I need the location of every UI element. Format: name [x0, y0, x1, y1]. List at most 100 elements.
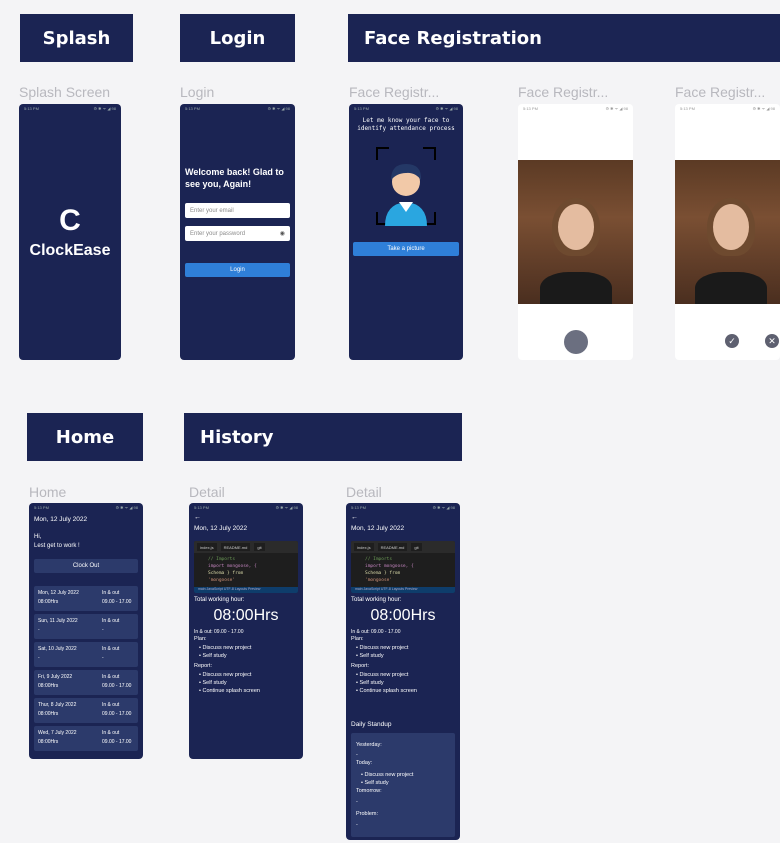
phone-detail-1: 5:13 PM ⚙ ✱ ᯤ ◢ 98 ← Mon, 12 July 2022 in…: [189, 503, 303, 759]
attendance-card[interactable]: Fri, 9 July 2022 08:00Hrs In & out 09.00 - …: [34, 670, 138, 695]
greeting-message: Lest get to work !: [34, 543, 80, 549]
report-item: • Continue splash screen: [199, 688, 260, 694]
entry-date: Thur, 8 July 2022: [38, 702, 77, 708]
captured-photo: [675, 160, 780, 304]
face-scan-icon: [376, 147, 436, 226]
tab-index: index.js: [197, 543, 217, 551]
entry-label: In & out: [102, 702, 120, 708]
status-bar: 5:13 PM ⚙ ✱ ᯤ ◢ 98: [351, 505, 455, 510]
status-bar: 5:13 PM ⚙ ✱ ᯤ ◢ 98: [24, 106, 116, 111]
daily-standup-label: Daily Standup: [351, 721, 392, 728]
detail-date: Mon, 12 July 2022: [194, 525, 248, 532]
plan-item: • Self study: [356, 653, 384, 659]
yesterday-value: -: [356, 752, 358, 758]
entry-label: In & out: [102, 730, 120, 736]
today-item: • Self study: [361, 780, 389, 786]
tab-git: git: [411, 543, 422, 551]
section-banner-home: Home: [27, 413, 143, 461]
app-logo-icon: C: [59, 204, 81, 237]
report-item: • Discuss new project: [356, 672, 409, 678]
section-banner-history: History: [184, 413, 462, 461]
password-field[interactable]: Enter your password ◉: [185, 226, 290, 241]
back-arrow-icon[interactable]: ←: [194, 514, 201, 521]
code-preview: index.js README.md git // Imports import m…: [351, 541, 455, 593]
today-label: Today:: [356, 760, 373, 766]
frame-label-face-3: Face Registr...: [675, 84, 766, 100]
entry-range: 09.00 - 17.00: [102, 683, 132, 689]
tab-git: git: [254, 543, 265, 551]
entry-hours: 08:00Hrs: [38, 739, 59, 745]
entry-range: 09.00 - 17.00: [102, 711, 132, 717]
eye-icon[interactable]: ◉: [280, 230, 285, 237]
phone-login: 5:13 PM ⚙ ✱ ᯤ ◢ 98 Welcome back! Glad to …: [180, 104, 295, 360]
attendance-card[interactable]: Thur, 8 July 2022 08:00Hrs In & out 09.00 -…: [34, 698, 138, 723]
phone-splash: 5:13 PM ⚙ ✱ ᯤ ◢ 98 C ClockEase: [19, 104, 121, 360]
status-bar: 5:13 PM ⚙ ✱ ᯤ ◢ 98: [354, 106, 458, 111]
inout-range: In & out: 09.00 - 17.00: [194, 629, 244, 635]
report-item: • Continue splash screen: [356, 688, 417, 694]
take-picture-button[interactable]: Take a picture: [353, 242, 459, 256]
attendance-card[interactable]: Sun, 11 July 2022 - In & out -: [34, 614, 138, 639]
code-line: // Imports: [208, 557, 236, 562]
plan-item: • Self study: [199, 653, 227, 659]
entry-hours: -: [38, 627, 40, 633]
report-item: • Self study: [199, 680, 227, 686]
face-instruction: Let me know your face to identify attend…: [357, 117, 455, 132]
attendance-card[interactable]: Sat, 10 July 2022 - In & out -: [34, 642, 138, 667]
tab-readme: README.md: [220, 543, 251, 551]
plan-item: • Discuss new project: [356, 645, 409, 651]
total-hours: 08:00Hrs: [370, 607, 436, 624]
login-button[interactable]: Login: [185, 263, 290, 277]
entry-range: 09.00 - 17.00: [102, 599, 132, 605]
today-item: • Discuss new project: [361, 772, 414, 778]
entry-range: 09.00 - 17.00: [102, 739, 132, 745]
tomorrow-value: -: [356, 799, 358, 805]
plan-item: • Discuss new project: [199, 645, 252, 651]
entry-date: Sat, 10 July 2022: [38, 646, 77, 652]
phone-face-registration: 5:13 PM ⚙ ✱ ᯤ ◢ 98 Let me know your face …: [349, 104, 463, 360]
section-banner-splash: Splash: [20, 14, 133, 62]
code-preview: index.js README.md git // Imports import m…: [194, 541, 298, 593]
report-item: • Discuss new project: [199, 672, 252, 678]
app-name: ClockEase: [29, 242, 111, 259]
frame-label-splash: Splash Screen: [19, 84, 111, 100]
total-label: Total working hour:: [194, 597, 245, 603]
tomorrow-label: Tomorrow:: [356, 788, 382, 794]
phone-face-confirm: 5:13 PM ⚙ ✱ ᯤ ◢ 98 ✓ ✕: [675, 104, 780, 360]
code-line: // Imports: [365, 557, 393, 562]
phone-face-camera: 5:13 PM ⚙ ✱ ᯤ ◢ 98: [518, 104, 633, 360]
entry-label: In & out: [102, 674, 120, 680]
welcome-heading: Welcome back! Glad to see you, Again!: [185, 167, 284, 189]
problem-value: -: [356, 822, 358, 828]
code-line: Schema } from: [365, 571, 401, 576]
confirm-check-icon[interactable]: ✓: [725, 334, 739, 348]
entry-hours: 08:00Hrs: [38, 711, 59, 717]
code-line: Schema } from: [208, 571, 244, 576]
clock-out-button[interactable]: Clock Out: [34, 559, 138, 573]
report-item: • Self study: [356, 680, 384, 686]
code-status-bar: main JavaScript UTF-8 Layouts Preview: [194, 587, 298, 593]
back-arrow-icon[interactable]: ←: [351, 514, 358, 521]
home-date: Mon, 12 July 2022: [34, 516, 88, 523]
frame-label-detail-2: Detail: [346, 484, 382, 500]
standup-card: Yesterday: - Today: • Discuss new projec…: [351, 733, 455, 837]
total-label: Total working hour:: [351, 597, 402, 603]
cancel-close-icon[interactable]: ✕: [765, 334, 779, 348]
tab-index: index.js: [354, 543, 374, 551]
section-banner-login: Login: [180, 14, 295, 62]
report-label: Report:: [351, 663, 370, 669]
entry-label: In & out: [102, 618, 120, 624]
shutter-button[interactable]: [564, 330, 588, 354]
frame-label-login: Login: [180, 84, 215, 100]
entry-range: -: [102, 655, 104, 661]
attendance-card[interactable]: Mon, 12 July 2022 08:00Hrs In & out 09.00 -…: [34, 586, 138, 611]
frame-label-home: Home: [29, 484, 67, 500]
code-status-bar: main JavaScript UTF-8 Layouts Preview: [351, 587, 455, 593]
greeting-hi: Hi,: [34, 534, 42, 540]
entry-hours: 08:00Hrs: [38, 683, 59, 689]
attendance-card[interactable]: Wed, 7 July 2022 08:00Hrs In & out 09.00 - …: [34, 726, 138, 751]
email-field[interactable]: Enter your email: [185, 203, 290, 218]
plan-label: Plan:: [194, 636, 207, 642]
entry-hours: 08:00Hrs: [38, 599, 59, 605]
entry-date: Mon, 12 July 2022: [38, 590, 79, 596]
